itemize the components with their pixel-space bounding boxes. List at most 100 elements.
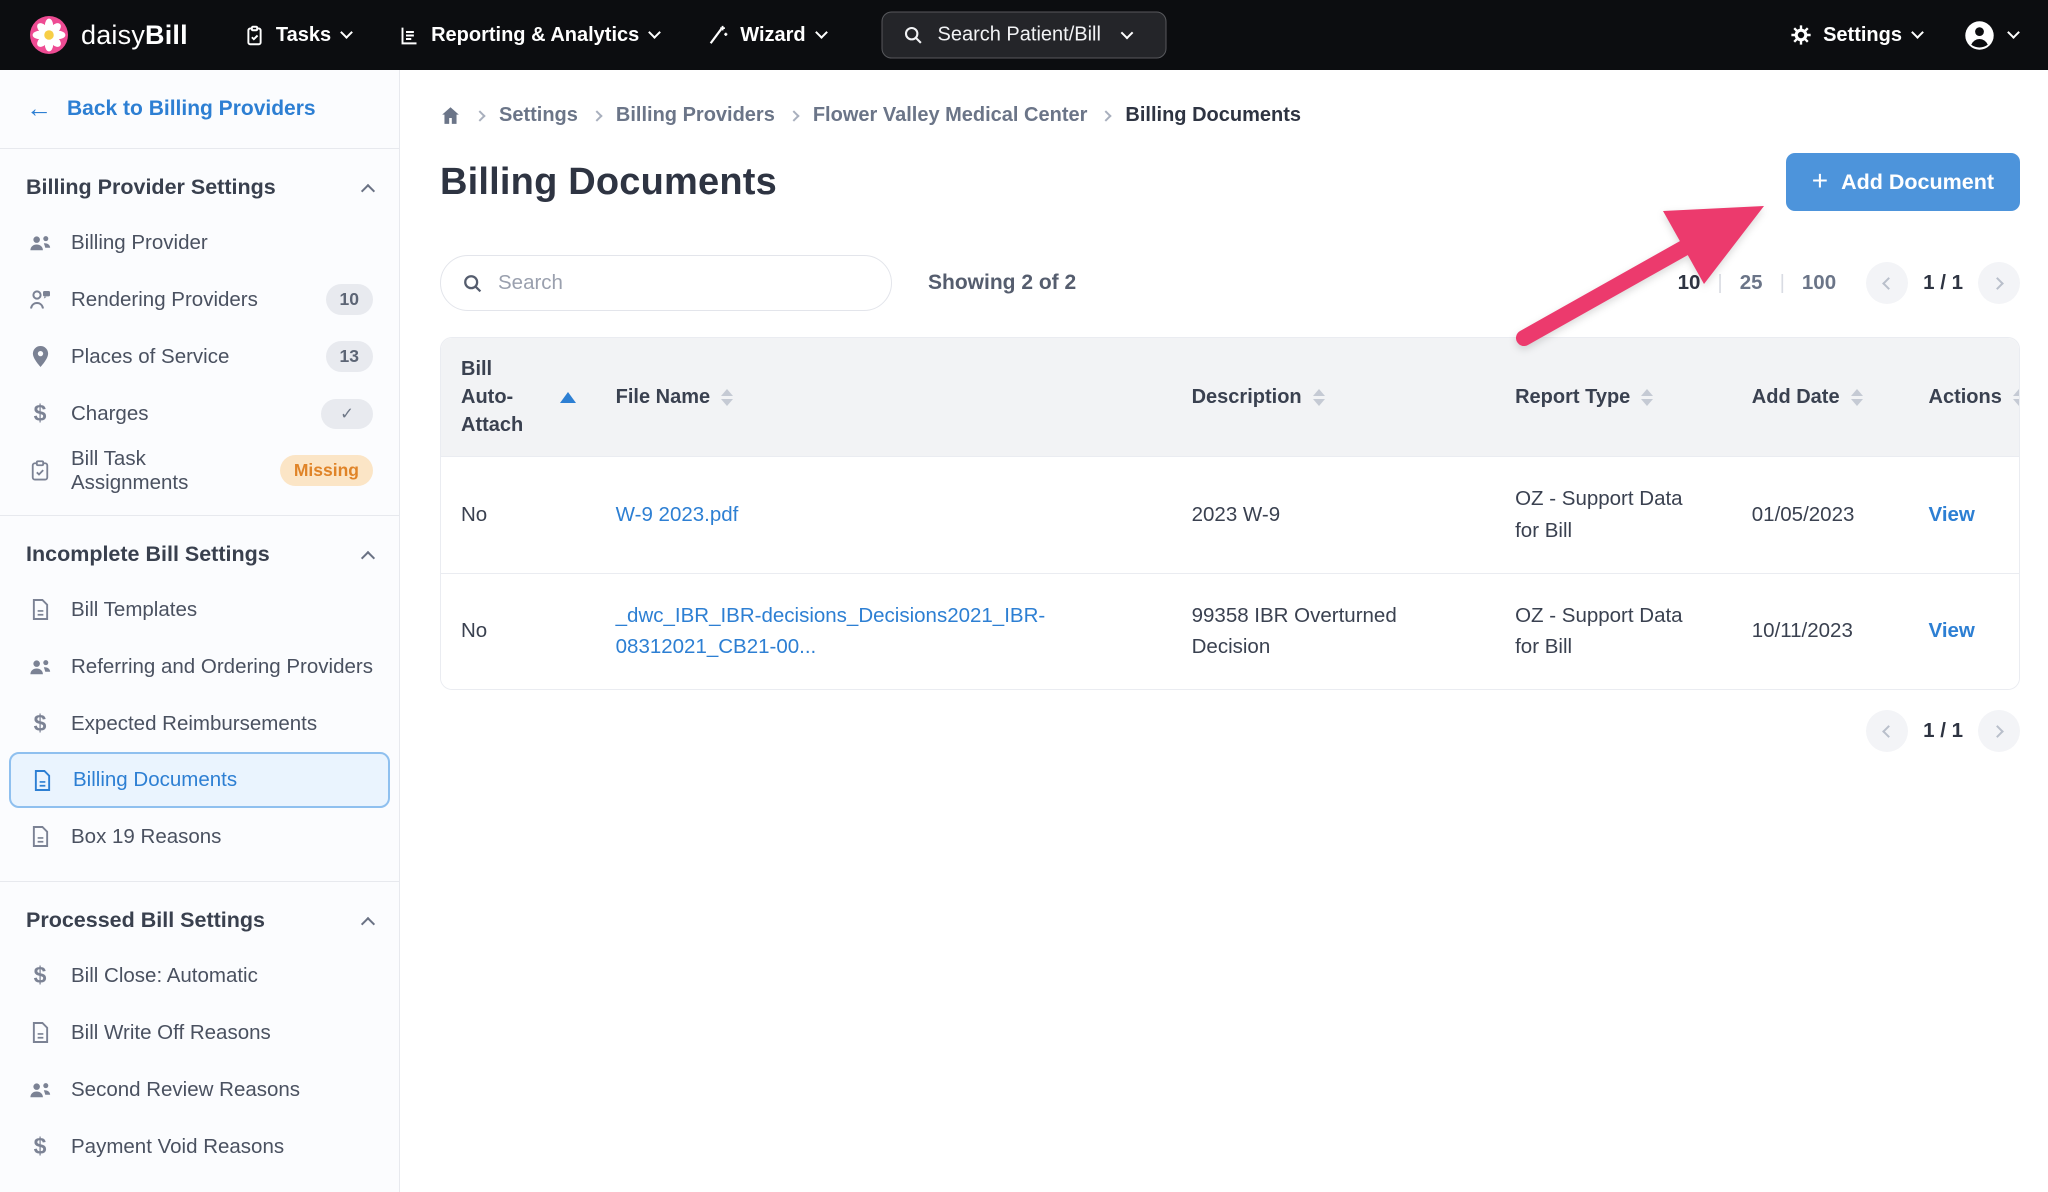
file-name-link[interactable]: W-9 2023.pdf <box>616 503 739 526</box>
sidebar-item-appeal-documents[interactable]: Appeal Documents <box>0 1175 399 1192</box>
sidebar-item-billing-provider[interactable]: Billing Provider <box>0 214 399 271</box>
sidebar-item-referring-and-ordering-providers[interactable]: Referring and Ordering Providers <box>0 638 399 695</box>
sort-icon[interactable] <box>2013 389 2020 406</box>
next-page-button[interactable] <box>1978 262 2020 304</box>
previous-page-button[interactable] <box>1866 710 1908 752</box>
sidebar-item-bill-task-assignments[interactable]: Bill Task AssignmentsMissing <box>0 442 399 499</box>
breadcrumb-separator-icon <box>1101 110 1112 121</box>
sidebar-item-label: Second Review Reasons <box>71 1078 300 1102</box>
sidebar-section-header[interactable]: Billing Provider Settings <box>0 155 399 214</box>
sidebar-item-label: Payment Void Reasons <box>71 1135 284 1159</box>
sort-ascending-icon[interactable] <box>560 392 576 403</box>
missing-badge: Missing <box>280 455 373 486</box>
sidebar-item-rendering-providers[interactable]: Rendering Providers10 <box>0 271 399 328</box>
breadcrumb-item[interactable]: Flower Valley Medical Center <box>813 104 1088 127</box>
page-size-option-25[interactable]: 25 <box>1740 271 1763 295</box>
document-icon <box>26 825 54 848</box>
section-title: Incomplete Bill Settings <box>26 542 270 567</box>
back-to-billing-providers-link[interactable]: ← Back to Billing Providers <box>0 70 399 149</box>
next-page-button[interactable] <box>1978 710 2020 752</box>
chevron-left-icon <box>1882 277 1895 290</box>
nav-search-label: Search Patient/Bill <box>938 24 1101 47</box>
cell-add-date: 01/05/2023 <box>1732 457 1909 574</box>
previous-page-button[interactable] <box>1866 262 1908 304</box>
daisybill-logo[interactable]: daisyBill <box>30 16 188 54</box>
sidebar-item-box-19-reasons[interactable]: Box 19 Reasons <box>0 808 399 865</box>
sidebar-item-label: Billing Provider <box>71 231 208 255</box>
page-size-option-100[interactable]: 100 <box>1802 271 1836 295</box>
sidebar-section-header[interactable]: Incomplete Bill Settings <box>0 522 399 581</box>
search-input[interactable] <box>496 270 870 296</box>
sidebar-item-places-of-service[interactable]: Places of Service13 <box>0 328 399 385</box>
sidebar-item-second-review-reasons[interactable]: Second Review Reasons <box>0 1061 399 1118</box>
cell-auto-attach: No <box>441 457 596 574</box>
sort-icon[interactable] <box>1641 389 1653 406</box>
view-link[interactable]: View <box>1929 619 1975 642</box>
nav-item-tasks[interactable]: Tasks <box>244 24 351 47</box>
breadcrumb: Settings Billing Providers Flower Valley M… <box>440 104 2020 127</box>
table-row: No_dwc_IBR_IBR-decisions_Decisions2021_I… <box>441 573 2019 689</box>
search-patient-bill-button[interactable]: Search Patient/Bill <box>882 12 1167 59</box>
column-header-actions[interactable]: Actions <box>1909 338 2019 457</box>
sidebar-item-label: Bill Close: Automatic <box>71 964 258 988</box>
cell-description: 99358 IBR Overturned Decision <box>1172 573 1495 689</box>
reporting-icon <box>399 25 420 46</box>
column-label: Report Type <box>1515 383 1630 411</box>
breadcrumb-item[interactable]: Billing Providers <box>616 104 775 127</box>
nav-item-label: Wizard <box>740 24 805 47</box>
column-header-file-name[interactable]: File Name <box>596 338 1172 457</box>
sidebar-item-bill-templates[interactable]: Bill Templates <box>0 581 399 638</box>
chevron-down-icon <box>1121 26 1134 39</box>
main-content: Settings Billing Providers Flower Valley M… <box>400 70 2048 1192</box>
account-menu[interactable] <box>1964 20 2018 51</box>
cell-action: View <box>1909 457 2019 574</box>
document-icon <box>28 769 56 792</box>
add-document-button[interactable]: + Add Document <box>1786 153 2020 211</box>
sidebar-item-bill-close-automatic[interactable]: $Bill Close: Automatic <box>0 947 399 1004</box>
billing-documents-table: Bill Auto-Attach File Name Description Repo… <box>440 337 2020 690</box>
sidebar-item-charges[interactable]: $Charges✓ <box>0 385 399 442</box>
brand-name: daisyBill <box>81 20 188 51</box>
file-name-link[interactable]: _dwc_IBR_IBR-decisions_Decisions2021_IBR… <box>616 604 1046 659</box>
column-label: File Name <box>616 383 710 411</box>
breadcrumb-item: Billing Documents <box>1125 104 1301 127</box>
chevron-down-icon <box>815 26 828 39</box>
sidebar-item-expected-reimbursements[interactable]: $Expected Reimbursements <box>0 695 399 752</box>
sidebar-section: Processed Bill Settings$Bill Close: Auto… <box>0 882 399 1192</box>
count-badge: 13 <box>326 341 373 372</box>
nav-item-wizard[interactable]: Wizard <box>707 24 825 47</box>
column-label: Bill Auto-Attach <box>461 355 549 439</box>
home-icon[interactable] <box>440 105 461 126</box>
sidebar-item-label: Rendering Providers <box>71 288 258 312</box>
arrow-left-icon: ← <box>26 95 52 121</box>
chevron-down-icon <box>340 26 353 39</box>
document-icon <box>26 1021 54 1044</box>
chevron-down-icon <box>648 26 661 39</box>
column-header-description[interactable]: Description <box>1172 338 1495 457</box>
nav-item-reporting-analytics[interactable]: Reporting & Analytics <box>399 24 659 47</box>
dollar-icon: $ <box>26 710 54 737</box>
sidebar-item-bill-write-off-reasons[interactable]: Bill Write Off Reasons <box>0 1004 399 1061</box>
column-header-report-type[interactable]: Report Type <box>1495 338 1732 457</box>
column-header-add-date[interactable]: Add Date <box>1732 338 1909 457</box>
plus-icon: + <box>1812 167 1828 195</box>
sort-icon[interactable] <box>1313 389 1325 406</box>
cell-report-type: OZ - Support Data for Bill <box>1495 573 1732 689</box>
page-size-option-10[interactable]: 10 <box>1678 271 1701 295</box>
wizard-icon <box>707 24 729 46</box>
pin-icon <box>26 345 54 368</box>
sidebar-item-payment-void-reasons[interactable]: $Payment Void Reasons <box>0 1118 399 1175</box>
sidebar-item-label: Bill Templates <box>71 598 197 622</box>
check-badge: ✓ <box>321 399 373 429</box>
sidebar-item-billing-documents[interactable]: Billing Documents <box>9 752 390 808</box>
search-icon <box>903 25 924 46</box>
view-link[interactable]: View <box>1929 503 1975 526</box>
column-header-bill-auto-attach[interactable]: Bill Auto-Attach <box>441 338 596 457</box>
back-link-label: Back to Billing Providers <box>67 97 316 121</box>
sort-icon[interactable] <box>721 389 733 406</box>
breadcrumb-item[interactable]: Settings <box>499 104 578 127</box>
settings-menu[interactable]: Settings <box>1790 24 1922 47</box>
sort-icon[interactable] <box>1851 389 1863 406</box>
chevron-down-icon <box>2007 26 2020 39</box>
sidebar-section-header[interactable]: Processed Bill Settings <box>0 888 399 947</box>
